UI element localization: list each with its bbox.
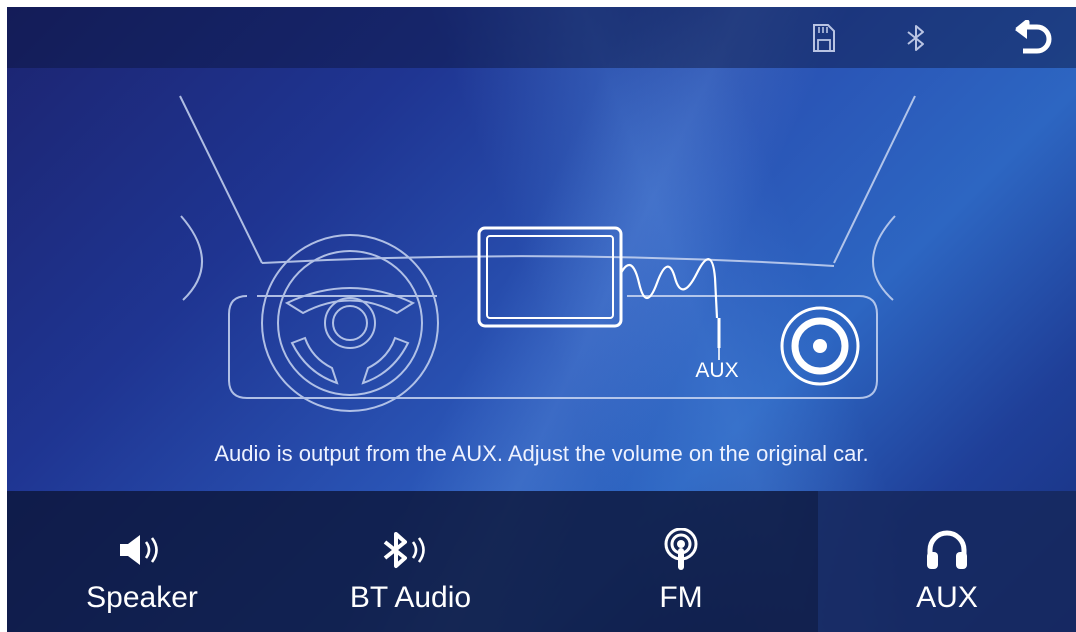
back-arrow-icon — [1015, 20, 1052, 54]
fm-radio-icon — [661, 525, 701, 575]
tab-bt-audio-label: BT Audio — [349, 581, 472, 614]
tab-fm[interactable]: FM — [544, 491, 818, 632]
aux-audio-screen: AUX Audio is output from the AUX. Adjust… — [7, 7, 1076, 632]
back-button[interactable] — [1013, 19, 1053, 59]
aux-port-label: AUX — [695, 359, 739, 382]
tab-speaker[interactable]: Speaker — [7, 491, 277, 632]
headphones-icon — [925, 525, 969, 575]
sd-card-icon[interactable] — [807, 21, 841, 55]
tab-aux[interactable]: AUX — [818, 491, 1076, 632]
car-dashboard-illustration — [179, 95, 916, 412]
instruction-caption: Audio is output from the AUX. Adjust the… — [214, 441, 869, 466]
audio-source-tabs: Speaker BT Audio FM AUX — [7, 491, 1076, 632]
tab-fm-label: FM — [659, 581, 703, 614]
tab-aux-label: AUX — [916, 581, 978, 614]
top-bar — [7, 7, 1076, 68]
tab-speaker-label: Speaker — [86, 581, 198, 614]
tab-bt-audio[interactable]: BT Audio — [277, 491, 544, 632]
speaker-icon — [118, 525, 166, 575]
bluetooth-audio-icon — [381, 525, 441, 575]
bluetooth-icon[interactable] — [899, 21, 933, 55]
